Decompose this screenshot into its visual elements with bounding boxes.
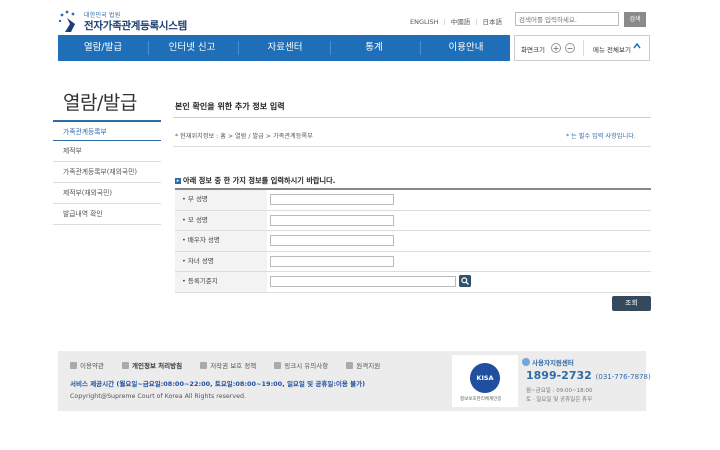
court-emblem-icon	[58, 10, 75, 32]
nav-item-internet-report[interactable]: 인터넷 신고	[152, 35, 232, 61]
logo-title: 전자가족관계등록시스템	[84, 20, 187, 32]
support-center-label: 사용자지원센터	[522, 357, 574, 367]
footer-link-copyright[interactable]: 저작권 보호 정책	[200, 360, 256, 370]
certification-badge: KISA 정보보호관리체계인증	[452, 355, 518, 407]
support-hours-weekday: 월~금요일 : 09:00~18:00	[526, 388, 593, 394]
nav-item-resources[interactable]: 자료센터	[245, 35, 325, 61]
field-label: • 등록기준지	[175, 272, 267, 292]
kisa-logo: KISA	[470, 363, 500, 393]
father-name-input[interactable]	[270, 194, 394, 205]
cert-text: 정보보호관리체계인증	[460, 397, 502, 402]
nav-item-guide[interactable]: 이용안내	[426, 35, 506, 61]
footer-link-terms[interactable]: 이용약관	[70, 360, 104, 370]
field-label: • 모 성명	[175, 210, 267, 230]
lang-chinese[interactable]: 中國語	[451, 16, 471, 26]
main-nav: 열람/발급 인터넷 신고 자료센터 통계 이용안내	[58, 35, 510, 61]
instruction-heading: ▸ 아래 정보 중 한 가지 정보를 입력하시기 바랍니다.	[175, 176, 336, 186]
form-row-registry: • 등록기준지	[175, 272, 651, 293]
instruction-text: 아래 정보 중 한 가지 정보를 입력하시기 바랍니다.	[183, 176, 336, 185]
field-label: • 자녀 성명	[175, 251, 267, 271]
search-icon[interactable]	[459, 275, 471, 287]
site-logo[interactable]: 대한민국 법원 전자가족관계등록시스템	[58, 10, 218, 36]
breadcrumb-divider	[173, 146, 651, 147]
sidebar-menu: 가족관계등록부 제적부 가족관계등록부(재외국민) 제적부(재외국민) 발급내역…	[53, 120, 161, 225]
link-icon	[274, 362, 282, 369]
form-row-spouse: • 배우자 성명	[175, 231, 651, 252]
footer: 이용약관 개인정보 처리방침 저작권 보호 정책 링크시 유의사항 원격지원 서…	[58, 351, 651, 411]
terms-icon	[70, 362, 77, 369]
screen-tools: 화면크기 + − 메뉴 전체보기	[514, 35, 650, 61]
nav-item-statistics[interactable]: 통계	[334, 35, 414, 61]
nav-item-view-issue[interactable]: 열람/발급	[63, 35, 143, 61]
search-button[interactable]: 검색	[624, 12, 646, 27]
lock-icon	[122, 362, 129, 369]
sidebar-item-family-register[interactable]: 가족관계등록부	[53, 120, 161, 141]
footer-link-link-notice[interactable]: 링크시 유의사항	[274, 360, 328, 370]
sidebar-title: 열람/발급	[63, 92, 137, 114]
submit-lookup-button[interactable]: 조회	[612, 296, 651, 311]
title-divider	[173, 117, 651, 118]
menu-all-button[interactable]: 메뉴 전체보기	[593, 44, 631, 54]
language-links: ENGLISH | 中國語 | 日本語	[410, 16, 502, 26]
page-title: 본인 확인을 위한 추가 정보 입력	[175, 102, 285, 111]
child-name-input[interactable]	[270, 255, 394, 267]
monitor-icon	[346, 362, 354, 369]
footer-link-privacy[interactable]: 개인정보 처리방침	[122, 360, 182, 370]
service-hours: 서비스 제공시간 (월요일~금요일:08:00~22:00, 토요일:08:00…	[70, 380, 366, 388]
sidebar-item-removed-register[interactable]: 제적부	[53, 141, 161, 162]
footer-link-remote-support[interactable]: 원격지원	[346, 360, 380, 370]
bullet-icon: ▸	[175, 178, 181, 184]
field-label: • 부 성명	[175, 190, 267, 210]
footer-links: 이용약관 개인정보 처리방침 저작권 보호 정책 링크시 유의사항 원격지원	[70, 360, 396, 370]
lang-english[interactable]: ENGLISH	[410, 18, 439, 26]
form-row-mother: • 모 성명	[175, 210, 651, 231]
form-row-father: • 부 성명	[175, 190, 651, 211]
field-label: • 배우자 성명	[175, 231, 267, 251]
zoom-label: 화면크기	[521, 46, 545, 54]
support-phone: 1899-2732 (031-776-7878)	[526, 369, 651, 382]
mother-name-input[interactable]	[270, 214, 394, 226]
required-note: * 는 필수 입력 사항입니다.	[566, 133, 636, 140]
lang-japanese[interactable]: 日本語	[482, 16, 502, 26]
info-form: • 부 성명 • 모 성명 • 배우자 성명 • 자녀 성명 • 등록기준지	[175, 188, 651, 293]
sidebar-item-removed-register-overseas[interactable]: 제적부(재외국민)	[53, 183, 161, 204]
shield-icon	[200, 362, 208, 369]
sidebar-item-issue-history[interactable]: 발급내역 확인	[53, 204, 161, 225]
spouse-name-input[interactable]	[270, 235, 394, 246]
sidebar-item-family-register-overseas[interactable]: 가족관계등록부(재외국민)	[53, 162, 161, 183]
phone-icon	[522, 358, 530, 366]
form-row-child: • 자녀 성명	[175, 251, 651, 272]
zoom-in-icon[interactable]: +	[551, 43, 561, 53]
registry-base-input[interactable]	[270, 276, 456, 287]
support-hours-weekend: 토 · 일요일 및 공휴일은 휴무	[526, 397, 593, 403]
breadcrumb: * 현재위치정보 : 홈 > 열람 / 발급 > 가족관계등록부	[175, 133, 313, 140]
zoom-out-icon[interactable]: −	[565, 43, 575, 53]
search-input[interactable]: 검색어를 입력하세요.	[515, 12, 619, 26]
copyright: Copyright@Supreme Court of Korea All Rig…	[70, 393, 246, 400]
chevron-up-icon[interactable]	[633, 42, 641, 50]
